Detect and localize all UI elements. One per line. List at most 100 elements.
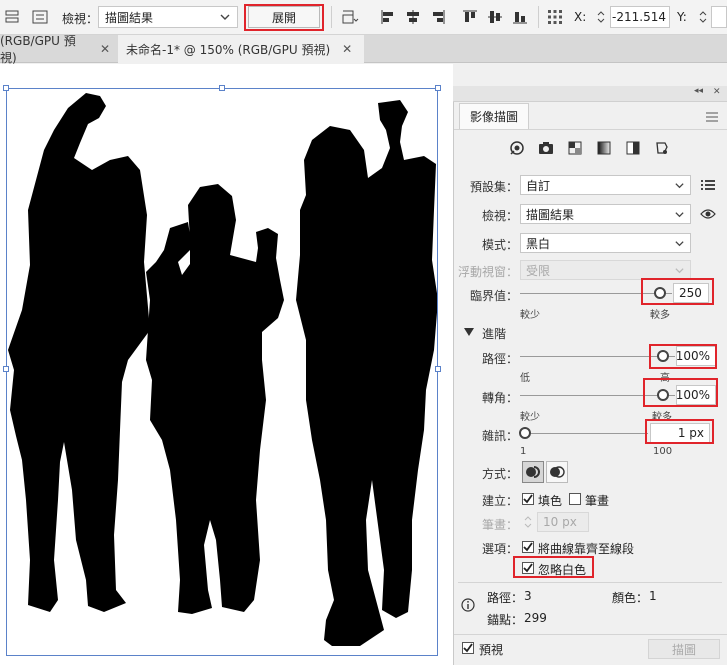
palette-dropdown: 受限 xyxy=(520,260,691,280)
divider xyxy=(454,634,727,635)
preview-checkbox[interactable] xyxy=(462,642,474,654)
info-icon xyxy=(461,598,475,612)
control-bar: 檢視： 描圖結果 展開 X: -211.514 Y: xyxy=(0,0,727,35)
y-input[interactable] xyxy=(711,6,727,28)
stats-paths-value: 3 xyxy=(524,589,532,603)
fill-label: 填色 xyxy=(538,494,563,508)
close-icon[interactable]: ✕ xyxy=(713,87,721,97)
align-left-icon[interactable] xyxy=(378,7,398,27)
divider xyxy=(331,6,332,28)
selection-bounding-box xyxy=(6,88,438,656)
artboard-canvas[interactable] xyxy=(0,64,453,665)
check-icon xyxy=(523,494,533,504)
shape-options-icon[interactable] xyxy=(338,7,362,27)
eye-icon[interactable] xyxy=(698,204,718,224)
tab-label: 未命名-1* @ 150% (RGB/GPU 預視) xyxy=(126,42,331,57)
y-stepper-icon[interactable] xyxy=(696,7,710,27)
stats-anchors-label: 錨點： xyxy=(487,613,524,627)
advanced-label[interactable]: 進階 xyxy=(482,325,506,342)
x-input[interactable]: -211.514 xyxy=(610,6,670,28)
selection-handle[interactable] xyxy=(3,85,9,91)
disclosure-triangle-icon[interactable] xyxy=(463,326,475,338)
layers-icon[interactable] xyxy=(2,7,22,27)
mode-dropdown[interactable]: 黑白 xyxy=(520,233,691,253)
selection-handle[interactable] xyxy=(219,85,225,91)
align-middle-icon[interactable] xyxy=(485,7,505,27)
panel-menu-icon[interactable] xyxy=(704,110,720,124)
noise-max-label: 100 xyxy=(653,446,673,457)
highlight-box xyxy=(643,378,718,407)
x-stepper-icon[interactable] xyxy=(594,7,608,27)
document-tabs: (RGB/GPU 預視) ✕ 未命名-1* @ 150% (RGB/GPU 預視… xyxy=(0,34,727,65)
highlight-box xyxy=(645,419,714,444)
stroke-checkbox[interactable] xyxy=(569,493,581,505)
outline-icon[interactable] xyxy=(652,138,672,158)
tab-label: (RGB/GPU 預視) xyxy=(0,34,76,65)
mode-label: 模式： xyxy=(481,238,518,252)
gradient-icon[interactable] xyxy=(594,138,614,158)
auto-color-icon[interactable] xyxy=(507,138,527,158)
stats-colors-label: 顏色： xyxy=(612,591,649,605)
view-dropdown[interactable]: 描圖結果 xyxy=(98,6,238,28)
selection-handle[interactable] xyxy=(435,366,441,372)
panel-title-strip: ◂◂ ✕ xyxy=(453,86,727,102)
align-right-icon[interactable] xyxy=(428,7,448,27)
preset-label: 預設集： xyxy=(469,180,518,194)
stats-anchors-value: 299 xyxy=(524,611,547,625)
create-label: 建立： xyxy=(481,494,518,508)
method-overlapping-icon[interactable] xyxy=(546,461,568,483)
align-bottom-icon[interactable] xyxy=(510,7,530,27)
noise-min-label: 1 xyxy=(520,446,527,457)
palette-label: 浮動視窗： xyxy=(457,265,518,279)
divider xyxy=(454,129,727,130)
highlight-box xyxy=(244,4,324,31)
tab-document-1[interactable]: (RGB/GPU 預視) ✕ xyxy=(0,34,118,65)
noise-slider-knob[interactable] xyxy=(519,427,531,439)
noise-slider-track[interactable] xyxy=(520,433,648,434)
corners-min-label: 較少 xyxy=(520,412,540,423)
mode-value: 黑白 xyxy=(526,236,551,251)
panel-view-value: 描圖結果 xyxy=(526,207,575,222)
x-label: X: xyxy=(574,10,587,24)
preset-dropdown[interactable]: 自訂 xyxy=(520,175,691,195)
camera-icon[interactable] xyxy=(536,138,556,158)
stroke-width-label: 筆畫： xyxy=(481,518,518,532)
stats-paths-label: 路徑： xyxy=(487,591,524,605)
panel-view-label: 檢視： xyxy=(481,209,518,223)
close-icon[interactable]: ✕ xyxy=(100,42,110,56)
noise-label: 雜訊： xyxy=(481,429,518,443)
chevron-down-icon xyxy=(675,267,684,273)
selection-handle[interactable] xyxy=(3,366,9,372)
panel-tab-image-trace[interactable]: 影像描圖 xyxy=(459,103,529,129)
palette-value: 受限 xyxy=(526,263,551,278)
check-icon xyxy=(463,643,473,653)
collapse-icon[interactable]: ◂◂ xyxy=(694,86,703,96)
grayscale-grid-icon[interactable] xyxy=(565,138,585,158)
fill-checkbox[interactable] xyxy=(522,493,534,505)
chevron-down-icon xyxy=(675,211,684,217)
snap-curves-checkbox[interactable] xyxy=(522,541,534,553)
list-options-icon[interactable] xyxy=(30,7,50,27)
align-top-icon[interactable] xyxy=(460,7,480,27)
highlight-box xyxy=(513,556,594,578)
method-label: 方式： xyxy=(481,467,518,481)
close-icon[interactable]: ✕ xyxy=(342,42,352,56)
paths-min-label: 低 xyxy=(520,373,530,384)
panel-view-dropdown[interactable]: 描圖結果 xyxy=(520,204,691,224)
view-label: 檢視： xyxy=(62,12,99,26)
method-abutting-icon[interactable] xyxy=(522,461,544,483)
chevron-down-icon xyxy=(675,240,684,246)
align-center-icon[interactable] xyxy=(403,7,423,27)
tab-document-2[interactable]: 未命名-1* @ 150% (RGB/GPU 預視) ✕ xyxy=(118,35,364,63)
paths-label: 路徑： xyxy=(481,352,518,366)
stats-colors-value: 1 xyxy=(649,589,657,603)
x-input-value: -211.514 xyxy=(612,10,666,24)
black-white-icon[interactable] xyxy=(623,138,643,158)
view-dropdown-value: 描圖結果 xyxy=(105,10,154,25)
preset-menu-icon[interactable] xyxy=(698,175,718,195)
threshold-max-label: 較多 xyxy=(650,310,670,321)
highlight-box xyxy=(641,278,714,305)
trace-button[interactable]: 描圖 xyxy=(648,639,720,659)
reference-point-icon[interactable] xyxy=(544,7,566,27)
selection-handle[interactable] xyxy=(435,85,441,91)
